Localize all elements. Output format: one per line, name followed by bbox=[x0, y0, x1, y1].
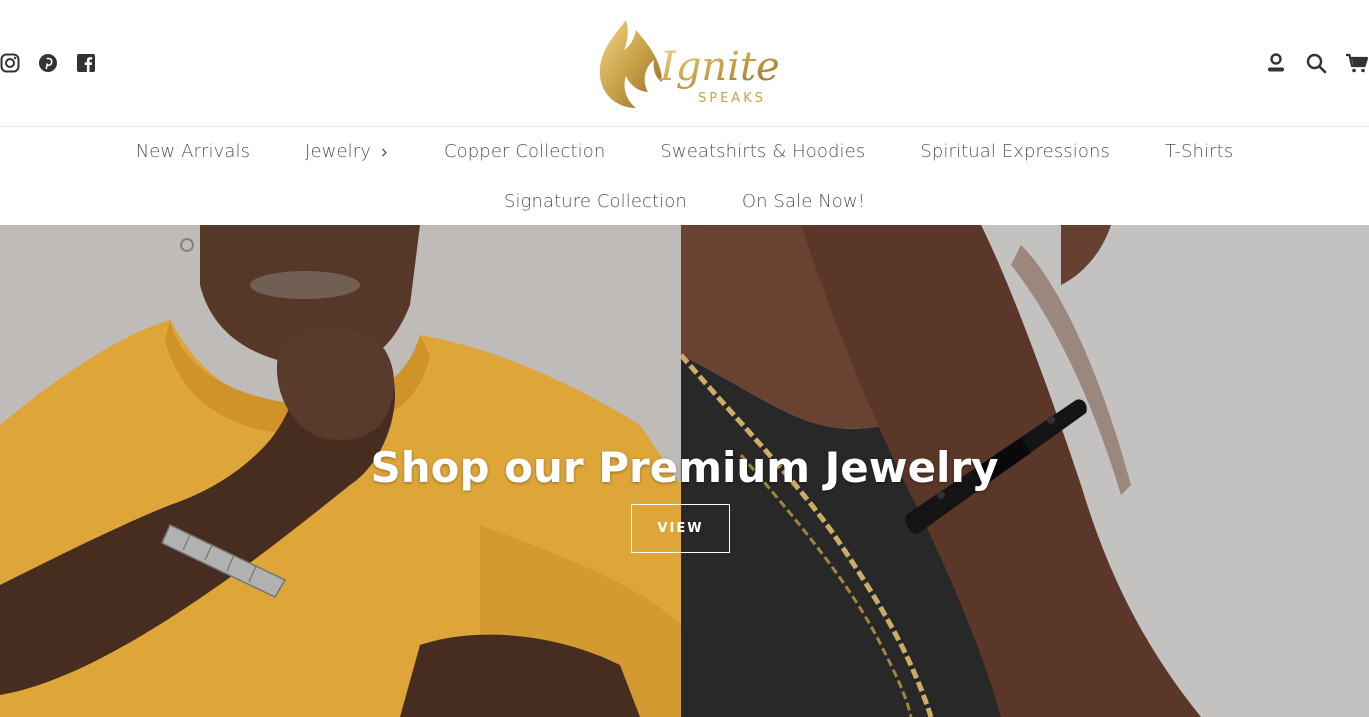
nav-item-copper-collection[interactable]: Copper Collection bbox=[444, 141, 605, 162]
nav-item-t-shirts[interactable]: T-Shirts bbox=[1165, 141, 1233, 162]
nav-row-secondary: Signature Collection On Sale Now! bbox=[0, 191, 1369, 212]
nav-item-signature-collection[interactable]: Signature Collection bbox=[504, 191, 687, 212]
facebook-icon[interactable] bbox=[76, 53, 96, 73]
header-tools bbox=[1265, 52, 1369, 74]
nav-item-label: On Sale Now! bbox=[741, 191, 866, 212]
nav-item-label: Copper Collection bbox=[443, 141, 606, 162]
nav-item-label: New Arrivals bbox=[135, 141, 251, 162]
chevron-right-icon bbox=[382, 148, 387, 156]
nav-item-jewelry[interactable]: Jewelry bbox=[305, 141, 389, 162]
brand-logo[interactable]: Ignite SPEAKS bbox=[596, 16, 782, 112]
site-header: Ignite SPEAKS bbox=[0, 0, 1369, 127]
nav-item-label: Spiritual Expressions bbox=[920, 141, 1110, 162]
nav-row-primary: New Arrivals Jewelry Copper Collection S… bbox=[0, 141, 1369, 162]
nav-item-label: Jewelry bbox=[305, 141, 371, 162]
social-links bbox=[0, 53, 96, 73]
nav-item-sweatshirts-hoodies[interactable]: Sweatshirts & Hoodies bbox=[660, 141, 865, 162]
logo-wordmark: Ignite bbox=[659, 44, 780, 90]
nav-item-label: Sweatshirts & Hoodies bbox=[660, 141, 866, 162]
main-navigation: New Arrivals Jewelry Copper Collection S… bbox=[0, 127, 1369, 225]
nav-item-on-sale[interactable]: On Sale Now! bbox=[742, 191, 865, 212]
nav-item-label: Signature Collection bbox=[503, 191, 687, 212]
nav-item-spiritual-expressions[interactable]: Spiritual Expressions bbox=[920, 141, 1110, 162]
nav-item-label: T-Shirts bbox=[1164, 141, 1234, 162]
instagram-icon[interactable] bbox=[0, 53, 20, 73]
pinterest-icon[interactable] bbox=[38, 53, 58, 73]
hero-banner: Shop our Premium Jewelry VIEW bbox=[0, 225, 1369, 717]
search-icon[interactable] bbox=[1305, 52, 1327, 74]
hero-title: Shop our Premium Jewelry bbox=[370, 443, 999, 492]
nav-item-new-arrivals[interactable]: New Arrivals bbox=[136, 141, 250, 162]
account-icon[interactable] bbox=[1265, 52, 1287, 74]
cart-icon[interactable] bbox=[1345, 52, 1369, 74]
logo-subtitle: SPEAKS bbox=[698, 91, 766, 106]
view-button[interactable]: VIEW bbox=[631, 504, 730, 553]
